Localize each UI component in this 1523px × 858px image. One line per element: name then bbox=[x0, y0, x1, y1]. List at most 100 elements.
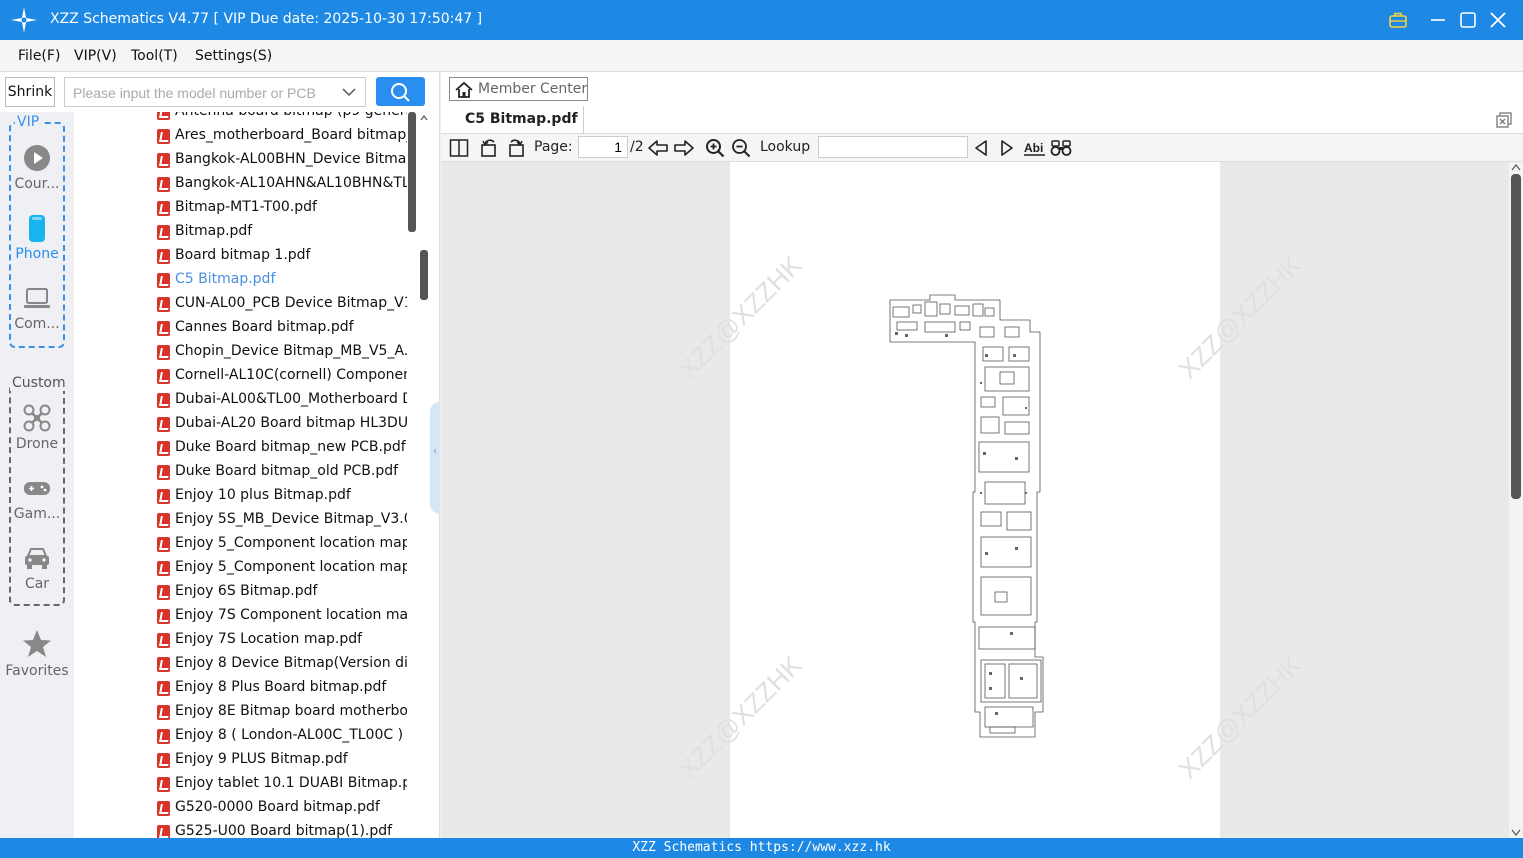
match-case-icon[interactable]: Abi bbox=[1023, 138, 1047, 158]
file-list-item[interactable]: Dubai-AL00&TL00_Motherboard D bbox=[155, 389, 407, 413]
zoom-in-icon[interactable] bbox=[705, 138, 725, 158]
file-list-item[interactable]: Duke Board bitmap_new PCB.pdf bbox=[155, 437, 407, 461]
category-courses[interactable]: Cour... bbox=[0, 144, 74, 192]
file-name: G520-0000 Board bitmap.pdf bbox=[175, 799, 380, 815]
maximize-icon[interactable] bbox=[1457, 9, 1479, 31]
status-bar: XZZ Schematics https://www.xzz.hk bbox=[0, 838, 1523, 858]
file-list-item[interactable]: Enjoy 5_Component location map( bbox=[155, 557, 407, 581]
briefcase-icon[interactable] bbox=[1387, 9, 1409, 31]
chevron-down-icon[interactable] bbox=[341, 84, 357, 100]
previous-page-icon[interactable] bbox=[647, 138, 669, 158]
drone-icon bbox=[23, 404, 51, 432]
title-bar: XZZ Schematics V4.77 [ VIP Due date: 202… bbox=[0, 0, 1523, 40]
vip-group-label: VIP bbox=[15, 114, 42, 130]
file-list-item[interactable]: Cornell-AL10C(cornell) Componen bbox=[155, 365, 407, 389]
pdf-file-icon bbox=[157, 825, 170, 838]
file-name: G525-U00 Board bitmap(1).pdf bbox=[175, 823, 393, 838]
file-list-item[interactable]: CUN-AL00_PCB Device Bitmap_V1.( bbox=[155, 293, 407, 317]
zoom-out-icon[interactable] bbox=[731, 138, 751, 158]
category-car[interactable]: Car bbox=[0, 544, 74, 592]
two-page-view-icon[interactable] bbox=[449, 138, 469, 158]
file-list-item[interactable]: Enjoy 8 Plus Board bitmap.pdf bbox=[155, 677, 407, 701]
pdf-file-icon bbox=[157, 729, 170, 744]
file-list-item[interactable]: Bangkok-AL00BHN_Device Bitmap bbox=[155, 149, 407, 173]
find-previous-icon[interactable] bbox=[972, 138, 990, 158]
pdf-file-icon bbox=[157, 112, 170, 120]
pdf-file-icon bbox=[157, 369, 170, 384]
file-list-item[interactable]: Enjoy 10 plus Bitmap.pdf bbox=[155, 485, 407, 509]
file-list-item[interactable]: Enjoy 8 Device Bitmap(Version dis bbox=[155, 653, 407, 677]
file-name: Enjoy 8 Device Bitmap(Version dis bbox=[175, 655, 407, 671]
shrink-button[interactable]: Shrink bbox=[5, 77, 55, 107]
file-list-item[interactable]: Enjoy 5_Component location map bbox=[155, 533, 407, 557]
pdf-file-icon bbox=[157, 801, 170, 816]
member-center-label: Member Center bbox=[478, 81, 588, 97]
file-name: Antenna board bitmap (p9 generic bbox=[175, 112, 407, 119]
file-list-scrollbar[interactable] bbox=[407, 112, 417, 838]
star-icon bbox=[23, 630, 51, 657]
search-box[interactable] bbox=[64, 77, 366, 107]
close-icon[interactable] bbox=[1487, 9, 1509, 31]
pdf-viewer[interactable]: XZZ@XZZHK XZZ@XZZHK XZZ@XZZHK XZZ@XZZHK bbox=[441, 162, 1509, 838]
pdf-file-icon bbox=[157, 657, 170, 672]
file-name: C5 Bitmap.pdf bbox=[175, 271, 276, 287]
search-input[interactable] bbox=[73, 83, 335, 103]
pdf-file-icon bbox=[157, 489, 170, 504]
panel-scrollbar[interactable] bbox=[419, 112, 429, 838]
file-list-item[interactable]: Cannes Board bitmap.pdf bbox=[155, 317, 407, 341]
file-list-item[interactable]: Board bitmap 1.pdf bbox=[155, 245, 407, 269]
tab-c5-bitmap[interactable]: C5 Bitmap.pdf bbox=[451, 106, 584, 134]
find-next-icon[interactable] bbox=[998, 138, 1016, 158]
pdf-file-icon bbox=[157, 321, 170, 336]
search-button[interactable] bbox=[376, 77, 425, 106]
menu-tool[interactable]: Tool(T) bbox=[131, 48, 178, 64]
collapse-panel-handle[interactable]: ‹ bbox=[430, 402, 440, 514]
pdf-file-icon bbox=[157, 129, 170, 144]
rotate-right-icon[interactable] bbox=[506, 138, 526, 158]
file-name: Dubai-AL00&TL00_Motherboard D bbox=[175, 391, 407, 407]
file-name: Enjoy 8 ( London-AL00C_TL00C ) ( bbox=[175, 727, 407, 743]
pdf-file-icon bbox=[157, 393, 170, 408]
file-list-item[interactable]: Ares_motherboard_Board bitmap_ bbox=[155, 125, 407, 149]
member-center-button[interactable]: Member Center bbox=[449, 77, 588, 101]
file-list-item[interactable]: Enjoy 6S Bitmap.pdf bbox=[155, 581, 407, 605]
close-tab-icon[interactable] bbox=[1495, 111, 1513, 129]
file-list-item[interactable]: Enjoy 7S Location map.pdf bbox=[155, 629, 407, 653]
file-list-item[interactable]: Enjoy 5S_MB_Device Bitmap_V3.01 bbox=[155, 509, 407, 533]
file-list-item[interactable]: Bangkok-AL10AHN&AL10BHN&TL bbox=[155, 173, 407, 197]
file-list-item[interactable]: G525-U00 Board bitmap(1).pdf bbox=[155, 821, 407, 838]
file-list-item[interactable]: C5 Bitmap.pdf bbox=[155, 269, 407, 293]
viewer-scrollbar[interactable] bbox=[1509, 162, 1523, 838]
category-drone[interactable]: Drone bbox=[0, 404, 74, 452]
page-number-input[interactable] bbox=[578, 136, 628, 158]
file-list-item[interactable]: G520-0000 Board bitmap.pdf bbox=[155, 797, 407, 821]
pdf-file-icon bbox=[157, 297, 170, 312]
gamepad-icon bbox=[24, 482, 50, 495]
file-list-item[interactable]: Dubai-AL20 Board bitmap HL3DUE bbox=[155, 413, 407, 437]
file-list-item[interactable]: Enjoy 8 ( London-AL00C_TL00C ) ( bbox=[155, 725, 407, 749]
file-list-item[interactable]: Enjoy 8E Bitmap board motherboa bbox=[155, 701, 407, 725]
menu-settings[interactable]: Settings(S) bbox=[195, 48, 272, 64]
menu-file[interactable]: File(F) bbox=[18, 48, 60, 64]
file-list-item[interactable]: Enjoy tablet 10.1 DUABI Bitmap.pd bbox=[155, 773, 407, 797]
file-list-item[interactable]: Bitmap-MT1-T00.pdf bbox=[155, 197, 407, 221]
rotate-left-icon[interactable] bbox=[479, 138, 499, 158]
next-page-icon[interactable] bbox=[673, 138, 695, 158]
lookup-input[interactable] bbox=[818, 136, 968, 158]
minimize-icon[interactable] bbox=[1427, 9, 1449, 31]
file-list-item[interactable]: Bitmap.pdf bbox=[155, 221, 407, 245]
play-circle-icon bbox=[24, 145, 50, 171]
menu-vip[interactable]: VIP(V) bbox=[74, 48, 117, 64]
file-list-item[interactable]: Chopin_Device Bitmap_MB_V5_A.p bbox=[155, 341, 407, 365]
file-list-item[interactable]: Duke Board bitmap_old PCB.pdf bbox=[155, 461, 407, 485]
category-computer[interactable]: Com... bbox=[0, 284, 74, 332]
category-game[interactable]: Gam... bbox=[0, 474, 74, 522]
file-list-item[interactable]: Enjoy 9 PLUS Bitmap.pdf bbox=[155, 749, 407, 773]
file-list-item[interactable]: Enjoy 7S Component location map bbox=[155, 605, 407, 629]
file-list-item[interactable]: Antenna board bitmap (p9 generic bbox=[155, 112, 407, 125]
binoculars-icon[interactable] bbox=[1050, 138, 1072, 158]
pdf-file-icon bbox=[157, 417, 170, 432]
category-phone[interactable]: Phone bbox=[0, 214, 74, 262]
category-favorites[interactable]: Favorites bbox=[0, 629, 74, 679]
board-layout-drawing bbox=[889, 294, 1044, 738]
